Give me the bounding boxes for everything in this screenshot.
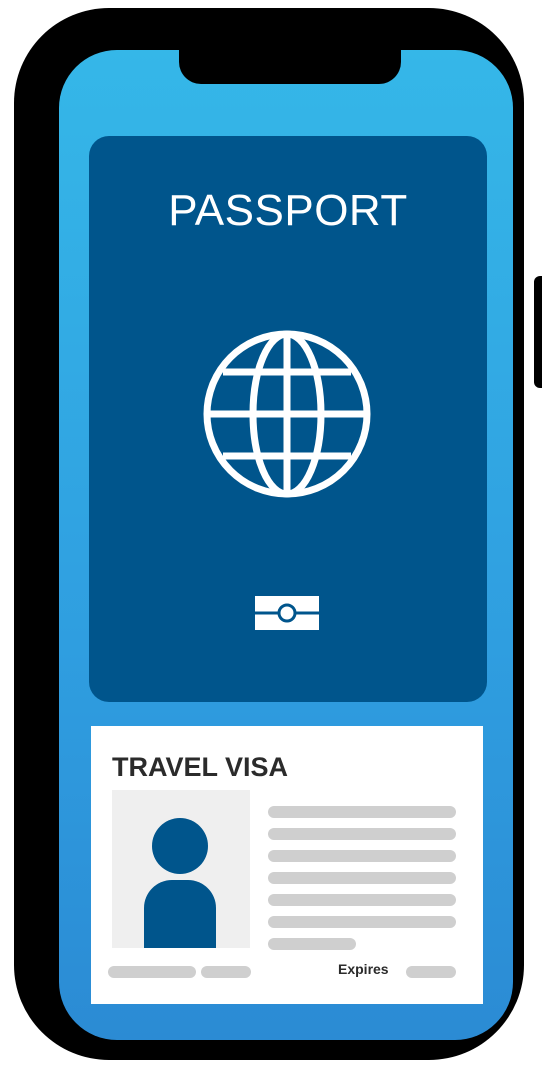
visa-text-line xyxy=(268,872,456,884)
expires-value-line xyxy=(406,966,456,978)
biometric-chip-icon xyxy=(255,596,319,630)
phone-frame: PASSPORT TRAVEL VISA Expires xyxy=(14,8,542,1060)
expires-label: Expires xyxy=(338,961,389,977)
visa-text-line xyxy=(268,828,456,840)
person-avatar-body xyxy=(144,880,216,948)
visa-text-line xyxy=(268,850,456,862)
phone-notch xyxy=(179,50,401,84)
travel-visa-card[interactable]: TRAVEL VISA Expires xyxy=(91,726,483,1004)
visa-id-line xyxy=(108,966,196,978)
visa-id-line xyxy=(201,966,251,978)
passport-title: PASSPORT xyxy=(168,186,408,235)
person-avatar-icon xyxy=(152,818,208,874)
visa-title: TRAVEL VISA xyxy=(112,752,289,782)
volume-up-button xyxy=(24,226,38,308)
visa-photo xyxy=(112,790,250,948)
mute-switch xyxy=(24,156,38,198)
phone-screen: PASSPORT TRAVEL VISA Expires xyxy=(59,50,513,1040)
passport-card[interactable]: PASSPORT xyxy=(89,136,487,702)
visa-text-line xyxy=(268,938,356,950)
visa-text-line xyxy=(268,806,456,818)
power-button xyxy=(534,276,542,388)
visa-text-line xyxy=(268,894,456,906)
visa-text-line xyxy=(268,916,456,928)
globe-icon xyxy=(203,330,371,498)
volume-down-button xyxy=(24,326,38,408)
